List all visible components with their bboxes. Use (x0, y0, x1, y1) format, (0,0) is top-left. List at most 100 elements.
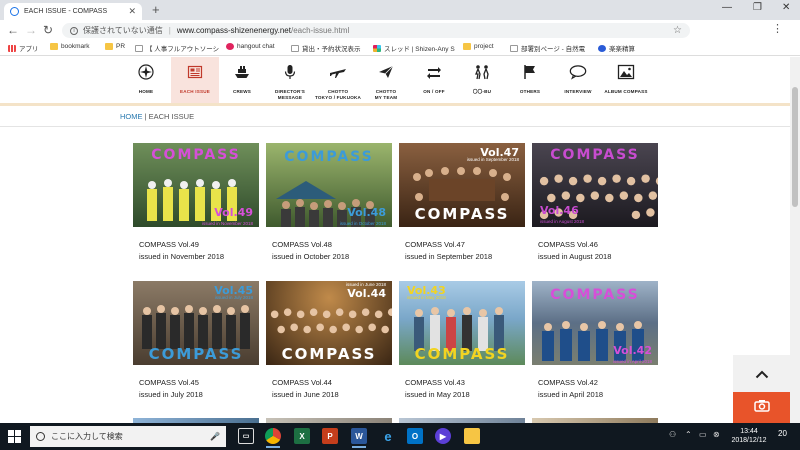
thumb-volume: Vol.49 (214, 206, 253, 219)
bookmark-folder-pr[interactable]: PR (105, 43, 125, 50)
back-icon[interactable]: ← (7, 23, 19, 37)
nav-club[interactable]: 〇〇-BU (458, 57, 506, 103)
issue-thumbnail[interactable]: Vol.44 issued in June 2018 COMPASS (266, 281, 392, 365)
issue-card-47[interactable]: Vol.47 issued in September 2018 COMPASS … (399, 143, 525, 263)
word-icon[interactable]: W (351, 428, 367, 448)
issue-card-48[interactable]: COMPASS Vol.48 issued in October 2018 CO… (266, 143, 392, 263)
bookmark-hr-outsourcing[interactable]: 【 人事フルアウトソーシ (135, 43, 219, 53)
volume-mute-icon[interactable]: ⊗ (713, 430, 720, 439)
browser-tabstrip: EACH ISSUE - COMPASS ✕ + — ❐ ✕ (0, 0, 800, 20)
nav-directors-message[interactable]: DIRECTOR'S MESSAGE (266, 57, 314, 103)
bookmark-label: アプリ (19, 46, 39, 53)
speech-bubble-icon (569, 63, 587, 81)
issue-thumbnail[interactable]: COMPASS Vol.42 issued in April 2018 (532, 281, 658, 365)
powerpoint-icon[interactable]: P (322, 428, 338, 444)
nav-on-off[interactable]: ON / OFF (410, 57, 458, 103)
issue-thumbnail[interactable]: Vol.47 issued in September 2018 COMPASS (399, 143, 525, 227)
bookmark-label: bookmark (61, 43, 90, 50)
chrome-icon[interactable] (265, 428, 281, 448)
camera-button[interactable] (733, 392, 790, 423)
window-close-icon[interactable]: ✕ (782, 2, 790, 13)
outlook-icon[interactable]: O (407, 428, 423, 444)
issue-thumbnail[interactable]: Vol.45 issued in July 2018 COMPASS (133, 281, 259, 365)
issue-title[interactable]: COMPASS Vol.42 (538, 377, 658, 389)
camera-icon (753, 399, 770, 417)
address-bar[interactable]: i 保護されていない通信 | www.compass-shizenenergy.… (62, 23, 690, 38)
task-view-icon[interactable]: ▭ (238, 428, 254, 444)
network-icon[interactable]: ▭ (699, 430, 707, 439)
issue-thumbnail[interactable]: COMPASS Vol.46 issued in August 2018 (532, 143, 658, 227)
issue-title[interactable]: COMPASS Vol.43 (405, 377, 525, 389)
issue-title[interactable]: COMPASS Vol.45 (139, 377, 259, 389)
issue-card-44[interactable]: Vol.44 issued in June 2018 COMPASS COMPA… (266, 281, 392, 401)
issue-card-42[interactable]: COMPASS Vol.42 issued in April 2018 COMP… (532, 281, 658, 401)
tab-close-icon[interactable]: ✕ (128, 6, 136, 17)
url-separator: | (168, 26, 171, 35)
taskbar-search-input[interactable]: ここに入力して検索 🎤 (30, 426, 226, 447)
bookmark-slack-thread[interactable]: スレッド | Shizen-Any S (373, 43, 455, 53)
site-favicon-icon (10, 7, 19, 16)
nav-label: EACH ISSUE (179, 89, 211, 94)
nav-home[interactable]: HOME (122, 57, 170, 103)
issue-title[interactable]: COMPASS Vol.47 (405, 239, 525, 251)
thumb-brand: COMPASS (550, 287, 640, 303)
info-icon[interactable]: i (70, 26, 78, 35)
nav-interview[interactable]: INTERVIEW (554, 57, 602, 103)
nav-each-issue[interactable]: EACH ISSUE (171, 57, 219, 103)
thumb-brand: COMPASS (414, 345, 510, 363)
minimize-icon[interactable]: — (722, 2, 732, 13)
edge-icon[interactable]: e (380, 428, 396, 444)
breadcrumb-home-link[interactable]: HOME (120, 112, 143, 121)
notification-icon[interactable]: 20 (778, 429, 787, 438)
restore-icon[interactable]: ❐ (753, 2, 762, 13)
taskbar-clock[interactable]: 13:44 2018/12/12 (726, 427, 772, 445)
nav-label: ALBUM COMPASS (604, 89, 648, 94)
issue-title[interactable]: COMPASS Vol.44 (272, 377, 392, 389)
nav-crews[interactable]: CREWS (218, 57, 266, 103)
bookmark-hangout-chat[interactable]: hangout chat (226, 43, 275, 50)
back-to-top-button[interactable] (733, 355, 790, 392)
issue-card-49[interactable]: COMPASS Vol.49 issued in November 2018 C… (133, 143, 259, 263)
menu-kebab-icon[interactable]: ⋮ (772, 22, 783, 36)
issue-thumbnail[interactable]: COMPASS Vol.48 issued in October 2018 (266, 143, 392, 227)
page-icon (291, 44, 299, 52)
issue-card-45[interactable]: Vol.45 issued in July 2018 COMPASS COMPA… (133, 281, 259, 401)
media-icon[interactable]: ▶ (435, 428, 451, 444)
bookmark-department-page[interactable]: 部署別ページ - 自然電 (510, 43, 585, 53)
issue-date: issued in November 2018 (139, 252, 225, 261)
excel-icon[interactable]: X (294, 428, 310, 444)
bookmark-folder-bookmark[interactable]: bookmark (50, 43, 90, 50)
issue-thumbnail[interactable]: Vol.43 issued in May 2018 COMPASS (399, 281, 525, 365)
chevron-up-tray-icon[interactable]: ⌃ (685, 430, 692, 439)
nav-album-compass[interactable]: ALBUM COMPASS (602, 57, 650, 103)
browser-tab[interactable]: EACH ISSUE - COMPASS ✕ (4, 3, 142, 20)
hangout-icon (226, 43, 234, 50)
microphone-icon[interactable]: 🎤 (210, 432, 220, 441)
bookmark-rental-status[interactable]: 貸出・予約状況表示 (291, 43, 361, 53)
bookmark-apps[interactable]: アプリ (8, 43, 39, 53)
nav-chotto-my-team[interactable]: CHOTTO MY TEAM (362, 57, 410, 103)
cortana-icon (36, 432, 45, 441)
windows-start-icon[interactable] (8, 430, 21, 443)
bookmark-folder-project[interactable]: project (463, 43, 494, 50)
bookmark-rakuraku[interactable]: 楽楽精算 (598, 43, 635, 53)
issue-caption: COMPASS Vol.44 issued in June 2018 (266, 377, 392, 401)
forward-icon[interactable]: → (25, 23, 37, 37)
new-tab-icon[interactable]: + (152, 3, 160, 17)
issue-card-43[interactable]: Vol.43 issued in May 2018 COMPASS COMPAS… (399, 281, 525, 401)
issue-thumbnail[interactable]: COMPASS Vol.49 issued in November 2018 (133, 143, 259, 227)
reload-icon[interactable]: ↻ (43, 23, 53, 37)
issue-title[interactable]: COMPASS Vol.48 (272, 239, 392, 251)
people-icon[interactable]: ⚇ (669, 430, 676, 439)
taskbar: ここに入力して検索 🎤 ▭ X P W e O ▶ ⚇ ⌃ ▭ ⊗ 13:44 … (0, 423, 800, 450)
thumb-brand: COMPASS (550, 147, 640, 163)
bookmark-star-icon[interactable]: ☆ (673, 25, 682, 36)
folder-icon (105, 43, 113, 50)
nav-others[interactable]: OTHERS (506, 57, 554, 103)
scrollbar-thumb[interactable] (792, 87, 798, 207)
issue-card-46[interactable]: COMPASS Vol.46 issued in August 2018 COM… (532, 143, 658, 263)
issue-title[interactable]: COMPASS Vol.46 (538, 239, 658, 251)
file-explorer-icon[interactable] (464, 428, 480, 444)
issue-title[interactable]: COMPASS Vol.49 (139, 239, 259, 251)
nav-chotto-tokyo-fukuoka[interactable]: CHOTTO TOKYO / FUKUOKA (314, 57, 362, 103)
